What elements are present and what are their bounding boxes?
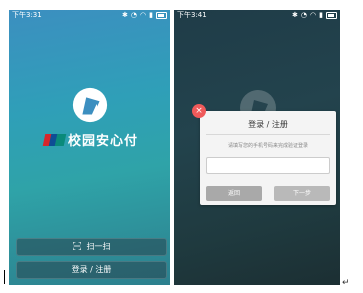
app-name: 校园安心付: [68, 134, 139, 149]
battery-icon: [326, 12, 337, 19]
wifi-icon: ◠: [140, 11, 147, 19]
login-register-dialog: 登录 / 注册 请填写您的手机号码来完成验证登录 返回 下一步: [200, 111, 336, 205]
text-cursor: [4, 270, 5, 284]
dialog-title: 登录 / 注册: [248, 120, 288, 129]
return-icon: ↵: [342, 278, 350, 288]
unionpay-logo-icon: [42, 133, 67, 146]
battery-icon: [156, 12, 167, 19]
return-button[interactable]: 返回: [206, 186, 262, 201]
bluetooth-icon: ✱: [122, 11, 128, 19]
status-icons: ✱ ◔ ◠ ▮: [122, 10, 167, 21]
wifi-icon: ◠: [310, 11, 317, 19]
scan-label: 扫一扫: [86, 242, 111, 251]
dialog-divider: [206, 134, 330, 135]
alarm-icon: ◔: [130, 11, 138, 19]
scan-icon: [72, 241, 81, 250]
status-time: 下午3:41: [177, 11, 207, 19]
login-register-button[interactable]: 登录 / 注册: [16, 261, 167, 279]
bluetooth-icon: ✱: [292, 11, 298, 19]
status-icons: ✱ ◔ ◠ ▮: [292, 10, 337, 21]
status-bar: 下午3:41 ✱ ◔ ◠ ▮: [174, 10, 340, 21]
scan-button[interactable]: 扫一扫: [16, 238, 167, 256]
app-logo-icon: [72, 87, 108, 123]
signal-icon: ▮: [319, 11, 323, 19]
dialog-hint: 请填写您的手机号码来完成验证登录: [227, 143, 308, 149]
status-bar: 下午3:31 ✱ ◔ ◠ ▮: [9, 10, 170, 21]
close-icon[interactable]: ×: [192, 104, 206, 118]
brand-row: 校园安心付: [42, 130, 139, 149]
phone-input[interactable]: [206, 157, 330, 174]
next-button[interactable]: 下一步: [274, 186, 330, 201]
splash-screen: 下午3:31 ✱ ◔ ◠ ▮ 校园安心付 扫一扫 登录 / 注册: [9, 10, 170, 285]
status-time: 下午3:31: [12, 11, 42, 19]
alarm-icon: ◔: [300, 11, 308, 19]
signal-icon: ▮: [149, 11, 153, 19]
